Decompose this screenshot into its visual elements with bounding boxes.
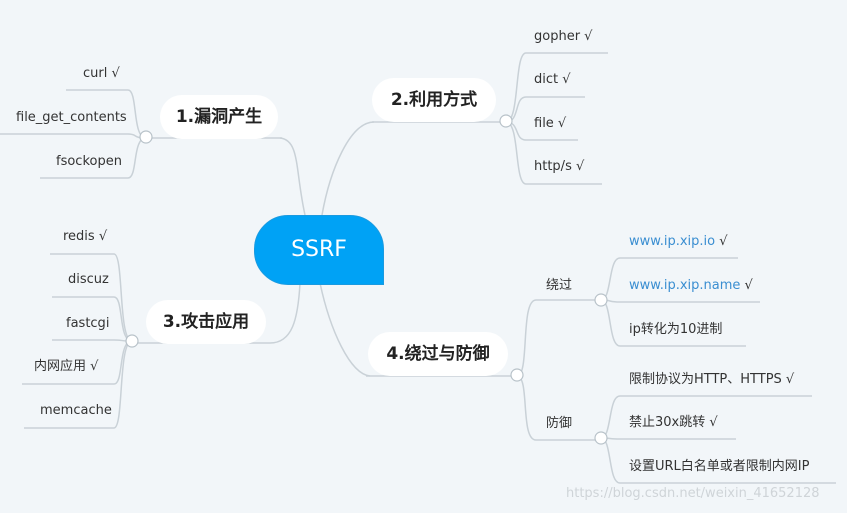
branch-topic-3[interactable]: 3.攻击应用 [146,300,266,344]
connector-root-branch-4 [319,282,371,377]
connector-root-branch-1 [279,137,306,216]
central-topic[interactable]: SSRF [254,215,384,285]
connector-lines [0,52,836,484]
leaf-redis[interactable]: redis √ [63,229,107,245]
leaf-curl[interactable]: curl √ [83,66,120,82]
group-defense[interactable]: 防御 [546,416,572,432]
leaf-limit-protocol[interactable]: 限制协议为HTTP、HTTPS √ [629,372,794,388]
leaf-ip-decimal[interactable]: ip转化为10进制 [629,322,722,338]
leaf-memcache[interactable]: memcache [40,403,112,419]
collapse-handle-branch-4 [510,368,524,382]
xip-io-check: √ [715,234,728,249]
xip-io-link[interactable]: www.ip.xip.io [629,234,715,249]
leaf-http-s[interactable]: http/s √ [534,159,584,175]
leaf-xip-io[interactable]: www.ip.xip.io √ [629,234,728,250]
leaf-dict[interactable]: dict √ [534,72,571,88]
group-line-bypass [516,299,600,377]
leaf-xip-name[interactable]: www.ip.xip.name √ [629,278,753,294]
xip-name-check: √ [740,278,753,293]
collapse-handle-branch-2 [499,114,513,128]
leaf-fastcgi[interactable]: fastcgi [66,316,109,332]
leaf-line-bypass-2 [600,299,760,303]
branch-topic-4[interactable]: 4.绕过与防御 [368,332,508,376]
leaf-intranet-app[interactable]: 内网应用 √ [34,359,98,375]
branch-topic-2[interactable]: 2.利用方式 [372,78,496,122]
watermark: https://blog.csdn.net/weixin_41652128 [566,486,820,501]
leaf-line-1-2 [0,133,147,139]
leaf-line-3-3 [52,339,133,342]
collapse-handle-defense [594,431,608,445]
group-bypass[interactable]: 绕过 [546,278,572,294]
connector-root-branch-3 [269,282,301,344]
leaf-fsockopen[interactable]: fsockopen [56,154,122,170]
leaf-gopher[interactable]: gopher √ [534,29,592,45]
branch-topic-1[interactable]: 1.漏洞产生 [160,95,278,139]
leaf-file-get-contents[interactable]: file_get_contents [16,110,127,126]
collapse-handle-branch-1 [139,130,153,144]
collapse-handle-branch-3 [125,334,139,348]
collapse-handle-bypass [594,293,608,307]
xip-name-link[interactable]: www.ip.xip.name [629,278,740,293]
leaf-discuz[interactable]: discuz [68,272,109,288]
leaf-url-whitelist[interactable]: 设置URL白名单或者限制内网IP [629,459,809,475]
leaf-file[interactable]: file √ [534,116,566,132]
leaf-no-30x-redirect[interactable]: 禁止30x跳转 √ [629,415,718,431]
leaf-line-defense-2 [600,437,736,440]
connector-root-branch-2 [321,121,375,216]
